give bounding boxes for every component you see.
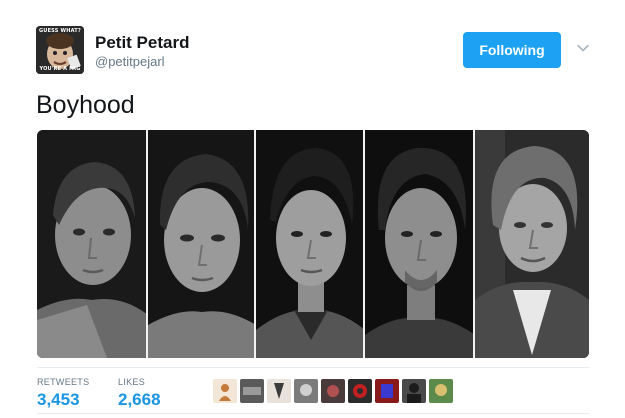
stats-top-divider bbox=[37, 367, 589, 368]
retweets-label: RETWEETS bbox=[37, 377, 90, 387]
liker-avatars bbox=[213, 379, 453, 403]
avatar-caption-top: GUESS WHAT? bbox=[39, 28, 81, 34]
liker-avatar[interactable] bbox=[321, 379, 345, 403]
portrait-panel-4 bbox=[365, 130, 475, 358]
retweets-count[interactable]: 3,453 bbox=[37, 390, 80, 410]
chevron-down-icon[interactable] bbox=[575, 40, 591, 56]
liker-avatar[interactable] bbox=[294, 379, 318, 403]
tweet-media[interactable] bbox=[37, 130, 589, 358]
liker-avatar[interactable] bbox=[348, 379, 372, 403]
author-handle[interactable]: @petitpejarl bbox=[95, 54, 165, 70]
portrait-5-image bbox=[475, 130, 589, 358]
portrait-2-image bbox=[148, 130, 254, 358]
portrait-4-image bbox=[365, 130, 473, 358]
portrait-3-image bbox=[256, 130, 363, 358]
liker-avatar[interactable] bbox=[429, 379, 453, 403]
tweet: GUESS WHAT? YOU'RE A FAG Petit Petard @p… bbox=[0, 0, 625, 418]
liker-avatar[interactable] bbox=[240, 379, 264, 403]
liker-avatar[interactable] bbox=[375, 379, 399, 403]
author-name[interactable]: Petit Petard bbox=[95, 33, 189, 53]
tweet-text: Boyhood bbox=[36, 91, 135, 119]
portrait-panel-3 bbox=[256, 130, 365, 358]
portrait-panel-2 bbox=[148, 130, 256, 358]
portrait-panel-1 bbox=[37, 130, 148, 358]
portrait-panel-5 bbox=[475, 130, 589, 358]
avatar-caption-bottom: YOU'RE A FAG bbox=[39, 66, 81, 72]
likes-label: LIKES bbox=[118, 377, 146, 387]
following-button[interactable]: Following bbox=[463, 32, 561, 68]
liker-avatar[interactable] bbox=[213, 379, 237, 403]
portrait-1-image bbox=[37, 130, 146, 358]
author-avatar[interactable]: GUESS WHAT? YOU'RE A FAG bbox=[36, 26, 84, 74]
stats-bottom-divider bbox=[37, 413, 589, 414]
liker-avatar[interactable] bbox=[402, 379, 426, 403]
likes-count[interactable]: 2,668 bbox=[118, 390, 161, 410]
liker-avatar[interactable] bbox=[267, 379, 291, 403]
